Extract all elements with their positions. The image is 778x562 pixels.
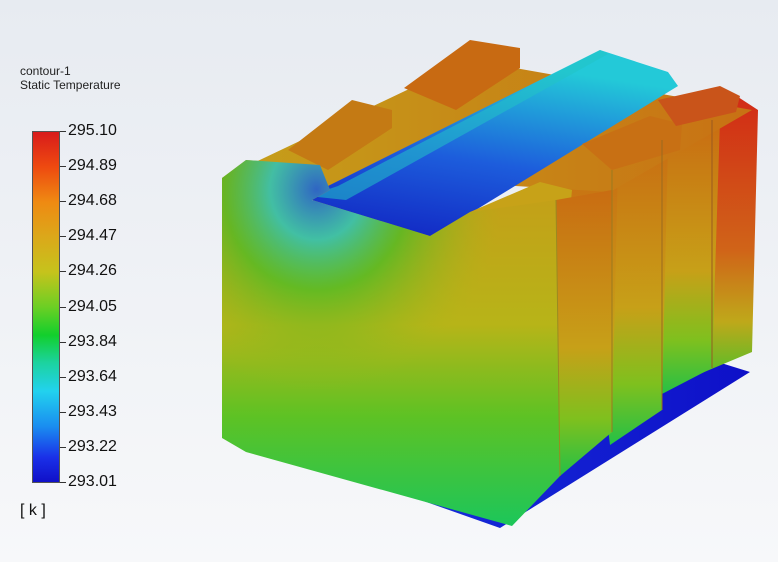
legend-title-contour: contour-1	[20, 64, 71, 78]
tick-label: 294.47	[68, 227, 117, 244]
tick-label: 295.10	[68, 122, 117, 139]
tick-mark	[60, 377, 66, 378]
tick-mark	[60, 236, 66, 237]
tick-mark	[60, 201, 66, 202]
tick-mark	[60, 131, 66, 132]
tick-mark	[60, 482, 66, 483]
tick-label: 293.64	[68, 368, 117, 385]
tick-label: 293.43	[68, 403, 117, 420]
tick-mark	[60, 342, 66, 343]
cell-side-1	[556, 190, 612, 476]
colorbar	[32, 131, 60, 483]
graphics-viewport[interactable]: contour-1 Static Temperature 295.10 294.…	[0, 0, 778, 562]
tick-mark	[60, 307, 66, 308]
tick-label: 294.05	[68, 298, 117, 315]
tick-label: 294.89	[68, 157, 117, 174]
tick-mark	[60, 412, 66, 413]
tick-mark	[60, 447, 66, 448]
legend-title-variable: Static Temperature	[20, 78, 121, 92]
tick-mark	[60, 166, 66, 167]
tick-label: 293.22	[68, 438, 117, 455]
tick-label: 293.01	[68, 473, 117, 490]
tick-label: 293.84	[68, 333, 117, 350]
tick-mark	[60, 271, 66, 272]
tick-label: 294.68	[68, 192, 117, 209]
legend-unit: [ k ]	[20, 502, 46, 519]
tick-label: 294.26	[68, 262, 117, 279]
